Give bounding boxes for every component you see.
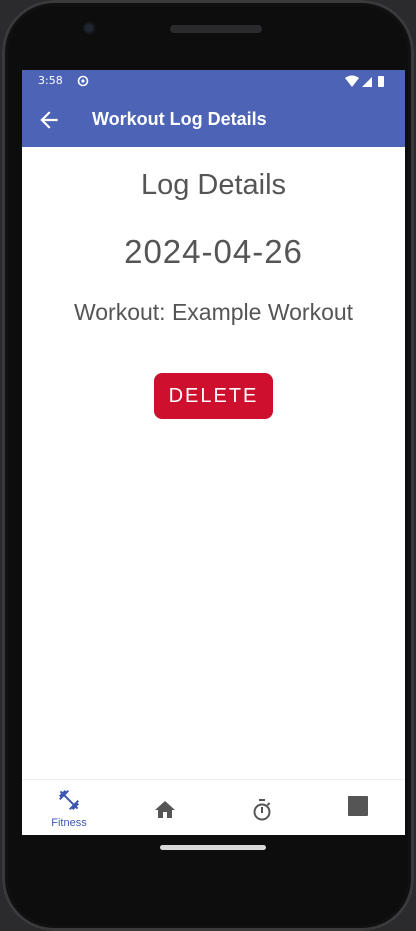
bottom-navigation: Fitness — [22, 779, 405, 835]
screen: 3:58 Workout Log Details Log Details 202… — [22, 70, 405, 835]
home-icon — [155, 801, 175, 818]
app-bar: Workout Log Details — [22, 93, 405, 147]
timer-icon — [253, 799, 271, 821]
page-title: Workout Log Details — [92, 109, 267, 129]
log-date: 2024-04-26 — [124, 233, 303, 270]
status-time: 3:58 — [38, 74, 63, 87]
square-icon — [348, 796, 368, 816]
earpiece-speaker — [170, 25, 262, 33]
cell-signal-icon — [362, 77, 372, 87]
nav-label-fitness: Fitness — [51, 817, 87, 829]
nav-item-home[interactable] — [129, 780, 201, 835]
fitness-dumbbell-icon — [59, 790, 79, 810]
battery-icon — [378, 76, 384, 87]
nav-item-square[interactable] — [322, 780, 394, 835]
status-bar: 3:58 — [22, 70, 405, 93]
notification-icon — [77, 75, 89, 87]
delete-button[interactable]: DELETE — [154, 373, 273, 419]
nav-item-fitness[interactable]: Fitness — [33, 780, 105, 835]
front-camera — [83, 22, 95, 34]
phone-frame: 3:58 Workout Log Details Log Details 202… — [2, 0, 414, 931]
wifi-icon — [345, 75, 359, 87]
status-icons — [345, 75, 384, 87]
log-details-content: Log Details 2024-04-26 Workout: Example … — [22, 147, 405, 777]
log-workout-name: Workout: Example Workout — [73, 299, 354, 325]
log-heading: Log Details — [140, 169, 287, 201]
arrow-back-icon[interactable] — [36, 107, 62, 133]
home-indicator[interactable] — [160, 845, 266, 850]
nav-item-timer[interactable] — [226, 780, 298, 835]
